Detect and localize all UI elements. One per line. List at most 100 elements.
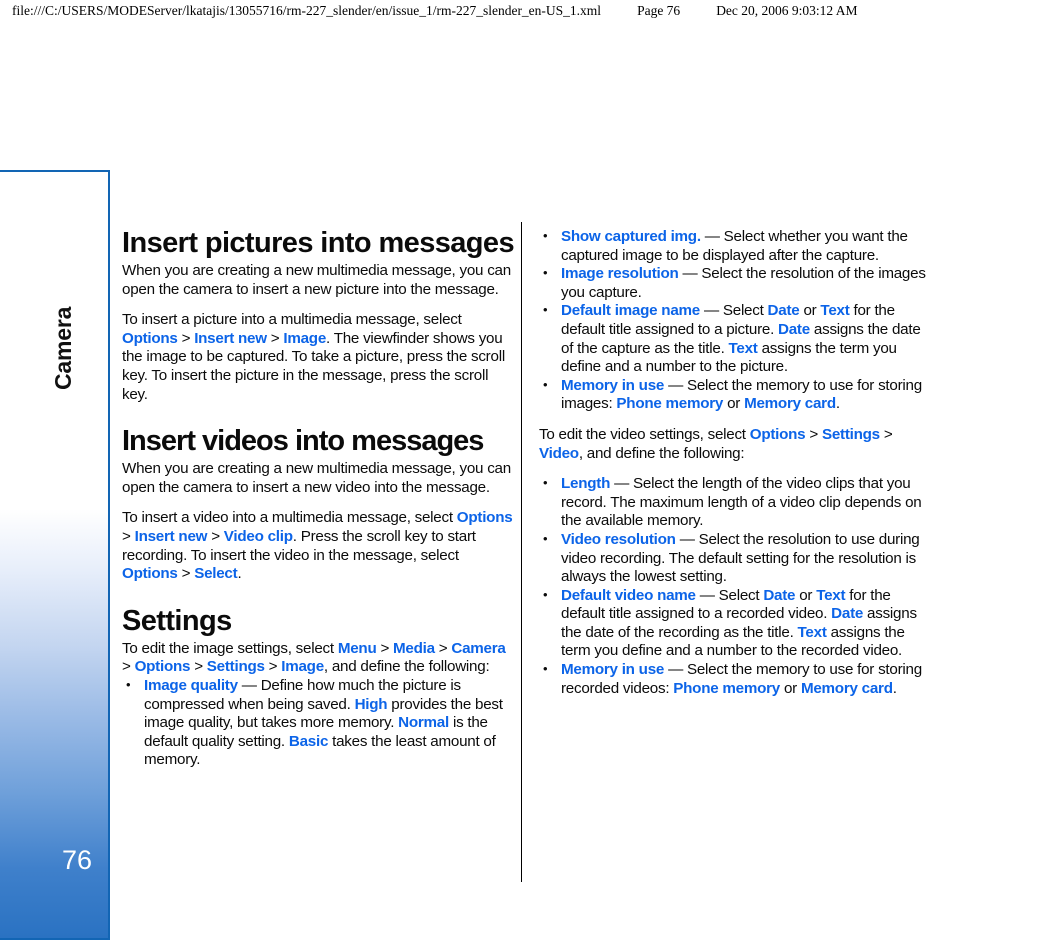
paragraph-insert-picture-steps: To insert a picture into a multimedia me… xyxy=(122,311,515,404)
text-fragment: , and define the following: xyxy=(578,444,745,462)
path-separator: > xyxy=(434,639,452,657)
print-header-timestamp: Dec 20, 2006 9:03:12 AM xyxy=(716,3,858,18)
text-fragment: or xyxy=(799,302,821,320)
menu-path-menu: Menu xyxy=(337,639,377,657)
path-separator: > xyxy=(190,658,207,676)
page-content: Insert pictures into messages When you a… xyxy=(122,222,932,888)
column-divider xyxy=(521,222,522,882)
menu-path-image: Image xyxy=(283,329,327,347)
text-fragment: , and define the following: xyxy=(323,658,490,676)
list-item: Memory in use — Select the memory to use… xyxy=(539,376,932,414)
list-item: Show captured img. — Select whether you … xyxy=(539,227,932,265)
print-header: file:///C:/USERS/MODEServer/lkatajis/130… xyxy=(0,0,1045,22)
setting-value-normal: Normal xyxy=(398,714,449,732)
menu-path-video: Video xyxy=(539,444,579,462)
paragraph-insert-videos-intro: When you are creating a new multimedia m… xyxy=(122,460,511,496)
text-fragment: — Select xyxy=(699,302,768,320)
menu-path-settings: Settings xyxy=(206,658,265,676)
menu-path-camera: Camera xyxy=(451,639,506,657)
text-fragment: — Select the length of the video clips t… xyxy=(561,475,922,530)
heading-settings: Settings xyxy=(122,604,232,637)
menu-path-options: Options xyxy=(134,658,191,676)
path-separator: > xyxy=(207,527,224,545)
paragraph-insert-video-steps: To insert a video into a multimedia mess… xyxy=(122,509,515,583)
setting-term: Default image name xyxy=(561,302,700,320)
paragraph-image-settings-path: To edit the image settings, select Menu … xyxy=(122,640,515,677)
print-header-url: file:///C:/USERS/MODEServer/lkatajis/130… xyxy=(12,3,602,18)
menu-path-media: Media xyxy=(393,639,435,657)
image-settings-list: Image quality — Define how much the pict… xyxy=(122,676,515,770)
setting-term: Length xyxy=(561,475,611,493)
setting-value-memory-card: Memory card xyxy=(800,679,893,697)
path-separator: > xyxy=(122,527,135,545)
setting-value-date: Date xyxy=(831,605,864,623)
paragraph-insert-pictures-intro: When you are creating a new multimedia m… xyxy=(122,262,511,298)
list-item: Default image name — Select Date or Text… xyxy=(539,301,932,376)
setting-term: Default video name xyxy=(561,586,696,604)
menu-path-settings: Settings xyxy=(821,425,880,443)
chapter-sidebar-tab: Camera 76 xyxy=(0,170,110,940)
menu-path-options: Options xyxy=(456,509,513,527)
heading-insert-pictures: Insert pictures into messages xyxy=(122,227,515,259)
text-fragment: To insert a video into a multimedia mess… xyxy=(122,509,457,527)
page-number: 76 xyxy=(61,845,92,875)
right-text-column: Show captured img. — Select whether you … xyxy=(539,227,932,710)
setting-value-date: Date xyxy=(778,320,810,338)
path-separator: > xyxy=(879,425,893,443)
menu-path-options: Options xyxy=(122,329,178,347)
text-fragment: . xyxy=(237,565,242,583)
menu-path-image: Image xyxy=(281,658,324,676)
setting-value-text: Text xyxy=(816,586,846,604)
text-fragment: . xyxy=(835,395,840,413)
path-separator: > xyxy=(177,565,195,583)
setting-value-date: Date xyxy=(767,302,800,320)
heading-insert-videos: Insert videos into messages xyxy=(122,425,484,458)
setting-value-basic: Basic xyxy=(288,732,329,750)
setting-value-text: Text xyxy=(728,339,758,357)
path-separator: > xyxy=(177,329,195,347)
path-separator: > xyxy=(266,329,284,347)
menu-path-options: Options xyxy=(749,425,806,443)
menu-path-select: Select xyxy=(194,565,238,583)
setting-value-text: Text xyxy=(797,623,827,641)
setting-value-memory-card: Memory card xyxy=(744,395,836,413)
path-separator: > xyxy=(122,658,135,676)
text-fragment: To edit the image settings, select xyxy=(122,639,338,657)
setting-term: Memory in use xyxy=(561,661,665,679)
left-text-column: Insert pictures into messages When you a… xyxy=(122,228,515,782)
print-header-page-number: Page 76 xyxy=(637,3,681,18)
text-fragment: . xyxy=(892,679,897,697)
setting-value-phone-memory: Phone memory xyxy=(673,679,780,697)
setting-value-high: High xyxy=(354,695,388,713)
chapter-label: Camera xyxy=(50,306,76,390)
paragraph-video-settings-path: To edit the video settings, select Optio… xyxy=(539,426,932,463)
text-fragment: — Select xyxy=(695,586,764,604)
setting-value-phone-memory: Phone memory xyxy=(616,395,724,413)
setting-term: Video resolution xyxy=(561,530,676,548)
setting-term: Image resolution xyxy=(561,265,679,283)
menu-path-video-clip: Video clip xyxy=(223,527,293,545)
menu-path-insert-new: Insert new xyxy=(134,527,208,545)
text-fragment: To insert a picture into a multimedia me… xyxy=(122,311,462,329)
list-item: Default video name — Select Date or Text… xyxy=(539,586,932,661)
list-item: Length — Select the length of the video … xyxy=(539,474,932,531)
text-fragment: To edit the video settings, select xyxy=(539,425,750,443)
list-item: Memory in use — Select the memory to use… xyxy=(539,660,932,698)
video-settings-list: Length — Select the length of the video … xyxy=(539,474,932,698)
setting-value-date: Date xyxy=(763,586,796,604)
setting-term: Memory in use xyxy=(561,376,665,394)
list-item: Image resolution — Select the resolution… xyxy=(539,264,932,302)
path-separator: > xyxy=(376,639,394,657)
list-item: Video resolution — Select the resolution… xyxy=(539,530,932,587)
path-separator: > xyxy=(264,658,282,676)
menu-path-options: Options xyxy=(122,565,178,583)
image-settings-list-continued: Show captured img. — Select whether you … xyxy=(539,227,932,414)
setting-value-text: Text xyxy=(820,302,850,320)
setting-term: Image quality xyxy=(144,676,238,694)
text-fragment: or xyxy=(723,395,745,413)
text-fragment: or xyxy=(779,679,801,697)
menu-path-insert-new: Insert new xyxy=(194,329,267,347)
path-separator: > xyxy=(805,425,822,443)
text-fragment: or xyxy=(795,586,817,604)
setting-term: Show captured img. xyxy=(561,228,701,245)
